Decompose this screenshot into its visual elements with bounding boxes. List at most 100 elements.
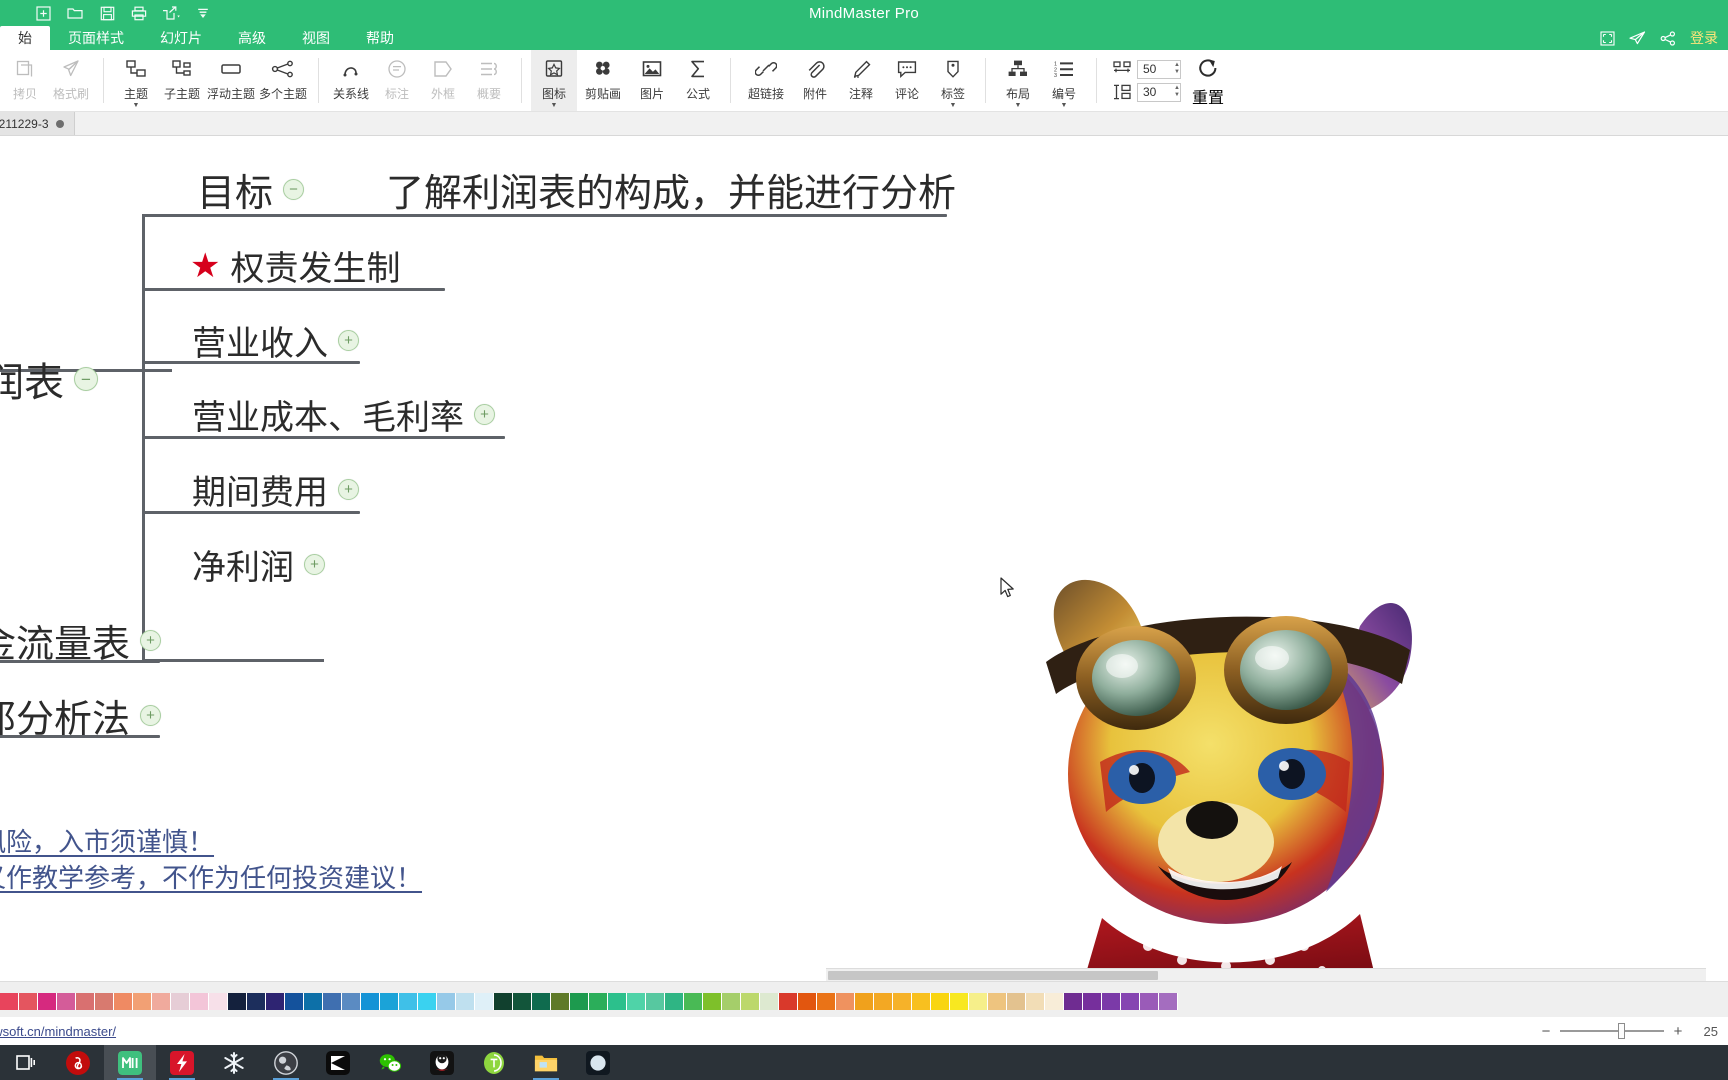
- color-swatch[interactable]: [228, 993, 247, 1010]
- color-swatch[interactable]: [551, 993, 570, 1010]
- color-swatch[interactable]: [209, 993, 228, 1010]
- zoom-slider[interactable]: [1560, 1023, 1664, 1039]
- color-swatch[interactable]: [190, 993, 209, 1010]
- tab-page-style[interactable]: 页面样式: [50, 26, 142, 50]
- chevron-down-icon[interactable]: ▼: [1015, 102, 1022, 109]
- tab-help[interactable]: 帮助: [348, 26, 412, 50]
- mindmap-node-root[interactable]: 润表 −: [0, 350, 98, 408]
- color-swatch[interactable]: [133, 993, 152, 1010]
- hyperlink-button[interactable]: 超链接: [740, 50, 792, 111]
- color-swatch[interactable]: [399, 993, 418, 1010]
- disclaimer-note-line-1[interactable]: 风险，入市须谨慎！: [0, 822, 214, 859]
- collapse-toggle-root[interactable]: −: [74, 367, 98, 391]
- mindmap-node-cost-margin[interactable]: 营业成本、毛利率 +: [192, 390, 495, 439]
- color-swatch[interactable]: [855, 993, 874, 1010]
- color-swatch[interactable]: [266, 993, 285, 1010]
- chevron-down-icon[interactable]: ▼: [551, 102, 558, 109]
- color-swatch[interactable]: [95, 993, 114, 1010]
- quick-access-more-icon[interactable]: [190, 2, 216, 24]
- tab-home[interactable]: 始: [0, 26, 50, 50]
- print-icon[interactable]: [126, 2, 152, 24]
- color-swatch[interactable]: [798, 993, 817, 1010]
- color-swatch[interactable]: [361, 993, 380, 1010]
- color-swatch[interactable]: [627, 993, 646, 1010]
- color-swatch[interactable]: [703, 993, 722, 1010]
- subtopic-button[interactable]: 子主题: [159, 50, 205, 111]
- topic-button[interactable]: 主题 ▼: [113, 50, 159, 111]
- color-swatch[interactable]: [114, 993, 133, 1010]
- canvas-horizontal-scrollbar[interactable]: [826, 968, 1706, 981]
- relationship-line-button[interactable]: 关系线: [328, 50, 374, 111]
- 360-browser-icon[interactable]: [468, 1045, 520, 1080]
- color-swatch[interactable]: [285, 993, 304, 1010]
- color-swatch[interactable]: [646, 993, 665, 1010]
- color-swatch[interactable]: [513, 993, 532, 1010]
- zoom-out-button[interactable]: −: [1540, 1023, 1552, 1040]
- color-swatch[interactable]: [380, 993, 399, 1010]
- media-app-icon[interactable]: [572, 1045, 624, 1080]
- color-swatch[interactable]: [912, 993, 931, 1010]
- document-tab[interactable]: 0211229-3: [0, 112, 75, 135]
- zoom-in-button[interactable]: +: [1672, 1023, 1684, 1040]
- color-swatch[interactable]: [665, 993, 684, 1010]
- formula-button[interactable]: 公式: [675, 50, 721, 111]
- obs-studio-icon[interactable]: [260, 1045, 312, 1080]
- chevron-down-icon[interactable]: ▼: [950, 102, 957, 109]
- mindmap-canvas[interactable]: 润表 − 目标 − 了解利润表的构成，并能进行分析 ★ 权责发生制 营业收入 +…: [0, 136, 1728, 981]
- color-swatch[interactable]: [1121, 993, 1140, 1010]
- mindmap-node-goal[interactable]: 目标 −: [197, 162, 305, 217]
- expand-toggle-net-profit[interactable]: +: [304, 554, 325, 575]
- thunder-app-icon[interactable]: [156, 1045, 208, 1080]
- format-painter-button[interactable]: 格式刷: [48, 50, 94, 111]
- horizontal-spacing-stepper[interactable]: ▲ ▼: [1174, 62, 1180, 76]
- expand-toggle-cost-margin[interactable]: +: [474, 404, 495, 425]
- color-swatch[interactable]: [304, 993, 323, 1010]
- attachment-button[interactable]: 附件: [792, 50, 838, 111]
- color-swatch[interactable]: [1083, 993, 1102, 1010]
- tag-button[interactable]: 标签 ▼: [930, 50, 976, 111]
- color-swatch[interactable]: [608, 993, 627, 1010]
- color-swatch[interactable]: [456, 993, 475, 1010]
- color-swatch[interactable]: [722, 993, 741, 1010]
- clipart-button[interactable]: 剪贴画: [577, 50, 629, 111]
- color-swatch[interactable]: [1026, 993, 1045, 1010]
- color-swatch[interactable]: [741, 993, 760, 1010]
- color-swatch[interactable]: [342, 993, 361, 1010]
- color-swatch[interactable]: [874, 993, 893, 1010]
- file-explorer-icon[interactable]: [520, 1045, 572, 1080]
- expand-toggle-revenue[interactable]: +: [338, 330, 359, 351]
- color-swatch[interactable]: [418, 993, 437, 1010]
- comment-button[interactable]: 评论: [884, 50, 930, 111]
- new-icon[interactable]: [30, 2, 56, 24]
- mindmaster-icon[interactable]: [104, 1045, 156, 1080]
- color-swatch[interactable]: [171, 993, 190, 1010]
- boundary-button[interactable]: 外框: [420, 50, 466, 111]
- color-swatch[interactable]: [988, 993, 1007, 1010]
- color-swatch[interactable]: [779, 993, 798, 1010]
- vertical-spacing-stepper[interactable]: ▲ ▼: [1174, 85, 1180, 99]
- expand-toggle-period-expense[interactable]: +: [338, 479, 359, 500]
- send-icon[interactable]: [1629, 30, 1646, 46]
- export-share-icon[interactable]: [158, 2, 184, 24]
- floating-topic-button[interactable]: 浮动主题: [205, 50, 257, 111]
- login-button[interactable]: 登录: [1690, 28, 1722, 48]
- tab-advanced[interactable]: 高级: [220, 26, 284, 50]
- callout-button[interactable]: 标注: [374, 50, 420, 111]
- share-icon[interactable]: [1660, 30, 1676, 46]
- color-swatch[interactable]: [1102, 993, 1121, 1010]
- open-folder-icon[interactable]: [62, 2, 88, 24]
- tab-view[interactable]: 视图: [284, 26, 348, 50]
- mindmaster-url-link[interactable]: awsoft.cn/mindmaster/: [0, 1024, 116, 1039]
- mindmap-node-net-profit[interactable]: 净利润 +: [192, 540, 325, 589]
- color-swatch[interactable]: [57, 993, 76, 1010]
- color-swatch[interactable]: [1159, 993, 1178, 1010]
- task-view-icon[interactable]: [0, 1045, 52, 1080]
- color-swatch[interactable]: [931, 993, 950, 1010]
- color-swatch[interactable]: [893, 993, 912, 1010]
- capcut-icon[interactable]: [312, 1045, 364, 1080]
- color-swatch[interactable]: [76, 993, 95, 1010]
- color-swatch[interactable]: [760, 993, 779, 1010]
- marker-button[interactable]: 图标 ▼: [531, 50, 577, 111]
- color-swatch[interactable]: [950, 993, 969, 1010]
- color-swatch[interactable]: [589, 993, 608, 1010]
